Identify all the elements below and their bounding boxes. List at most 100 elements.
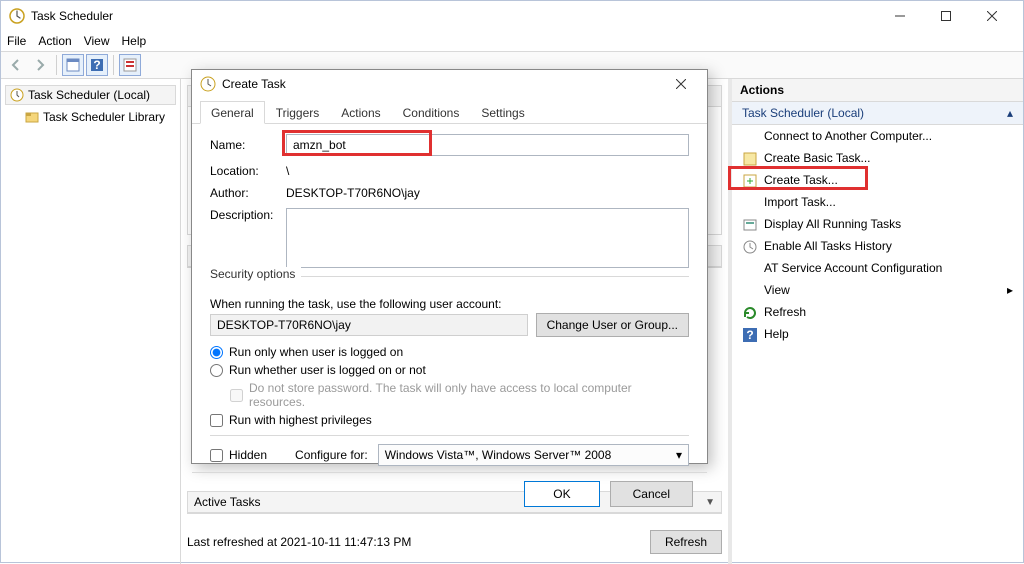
- tab-triggers[interactable]: Triggers: [265, 101, 331, 124]
- collapse-caret-icon[interactable]: ▴: [1007, 106, 1013, 120]
- check-label: Do not store password. The task will onl…: [249, 381, 689, 409]
- dialog-body: Name: Location: \ Author: DESKTOP-T70R6N…: [192, 124, 707, 472]
- minimize-button[interactable]: [877, 1, 923, 31]
- svg-text:?: ?: [746, 328, 753, 342]
- action-create-task[interactable]: Create Task...: [732, 169, 1023, 191]
- check-hidden[interactable]: Hidden: [210, 448, 267, 462]
- last-refreshed-label: Last refreshed at 2021-10-11 11:47:13 PM: [187, 535, 411, 549]
- clock-icon: [10, 88, 24, 102]
- refresh-icon: [742, 305, 758, 321]
- actions-header: Actions: [732, 79, 1023, 102]
- back-button[interactable]: [5, 54, 27, 76]
- action-label: Create Task...: [764, 173, 838, 187]
- radio-label: Run only when user is logged on: [229, 345, 403, 359]
- radio-label: Run whether user is logged on or not: [229, 363, 426, 377]
- window-controls: [877, 1, 1015, 31]
- forward-button[interactable]: [29, 54, 51, 76]
- tab-conditions[interactable]: Conditions: [392, 101, 471, 124]
- tab-actions[interactable]: Actions: [330, 101, 391, 124]
- action-label: Connect to Another Computer...: [764, 129, 932, 143]
- action-label: Refresh: [764, 305, 806, 319]
- running-tasks-icon: [742, 217, 758, 233]
- action-view[interactable]: View ▸: [732, 279, 1023, 301]
- action-label: Display All Running Tasks: [764, 217, 901, 231]
- action-connect[interactable]: Connect to Another Computer...: [732, 125, 1023, 147]
- security-text: When running the task, use the following…: [210, 297, 689, 311]
- location-value: \: [286, 164, 289, 178]
- check-label: Hidden: [229, 448, 267, 462]
- action-label: Import Task...: [764, 195, 836, 209]
- check-highest-priv[interactable]: Run with highest privileges: [210, 413, 689, 427]
- location-label: Location:: [210, 164, 280, 178]
- actions-pane: Actions Task Scheduler (Local) ▴ Connect…: [728, 79, 1023, 564]
- description-input[interactable]: [286, 208, 689, 268]
- action-at-config[interactable]: AT Service Account Configuration: [732, 257, 1023, 279]
- action-label: Enable All Tasks History: [764, 239, 892, 253]
- tab-general[interactable]: General: [200, 101, 265, 124]
- svg-text:?: ?: [93, 58, 100, 72]
- action-enable-history[interactable]: Enable All Tasks History: [732, 235, 1023, 257]
- menu-bar: File Action View Help: [1, 31, 1023, 51]
- action-refresh[interactable]: Refresh: [732, 301, 1023, 323]
- tree-library[interactable]: Task Scheduler Library: [5, 107, 176, 127]
- menu-view[interactable]: View: [84, 34, 110, 48]
- refresh-button[interactable]: Refresh: [650, 530, 722, 554]
- history-icon: [742, 239, 758, 255]
- action-display-all-running[interactable]: Display All Running Tasks: [732, 213, 1023, 235]
- task-icon: [200, 76, 216, 92]
- help-icon: ?: [742, 327, 758, 343]
- menu-help[interactable]: Help: [122, 34, 147, 48]
- actions-subheader: Task Scheduler (Local) ▴: [732, 102, 1023, 125]
- action-create-basic-task[interactable]: Create Basic Task...: [732, 147, 1023, 169]
- check-no-store-password: Do not store password. The task will onl…: [230, 381, 689, 409]
- tab-settings[interactable]: Settings: [470, 101, 535, 124]
- action-help[interactable]: ? Help: [732, 323, 1023, 345]
- dialog-titlebar: Create Task: [192, 70, 707, 98]
- toolbar-item[interactable]: [119, 54, 141, 76]
- submenu-arrow-icon: ▸: [1007, 283, 1013, 297]
- tree-pane: Task Scheduler (Local) Task Scheduler Li…: [1, 79, 181, 564]
- action-label: Help: [764, 327, 789, 341]
- task-new-icon: [742, 173, 758, 189]
- folder-library-icon: [25, 110, 39, 124]
- ok-button[interactable]: OK: [524, 481, 599, 507]
- action-label: View: [764, 283, 790, 297]
- radio-any[interactable]: Run whether user is logged on or not: [210, 363, 689, 377]
- security-group-label: Security options: [210, 267, 301, 281]
- wizard-icon: [742, 151, 758, 167]
- help-button[interactable]: ?: [86, 54, 108, 76]
- window-titlebar: Task Scheduler: [1, 1, 1023, 31]
- menu-action[interactable]: Action: [38, 34, 71, 48]
- dropdown-icon: ▾: [676, 448, 682, 462]
- dialog-title: Create Task: [222, 77, 657, 91]
- author-value: DESKTOP-T70R6NO\jay: [286, 186, 420, 200]
- name-input[interactable]: [286, 134, 689, 156]
- tree-root[interactable]: Task Scheduler (Local): [5, 85, 176, 105]
- window-title: Task Scheduler: [31, 9, 877, 23]
- dialog-footer: OK Cancel: [192, 472, 707, 514]
- close-button[interactable]: [969, 1, 1015, 31]
- menu-file[interactable]: File: [7, 34, 26, 48]
- change-user-button[interactable]: Change User or Group...: [536, 313, 689, 337]
- radio-logged-on[interactable]: Run only when user is logged on: [210, 345, 689, 359]
- select-value: Windows Vista™, Windows Server™ 2008: [385, 448, 612, 462]
- tree-library-label: Task Scheduler Library: [43, 110, 165, 124]
- dialog-close-button[interactable]: [663, 72, 699, 96]
- app-icon: [9, 8, 25, 24]
- actions-subheader-label: Task Scheduler (Local): [742, 106, 864, 120]
- properties-button[interactable]: [62, 54, 84, 76]
- name-label: Name:: [210, 138, 280, 152]
- center-footer: Last refreshed at 2021-10-11 11:47:13 PM…: [187, 526, 722, 558]
- maximize-button[interactable]: [923, 1, 969, 31]
- user-account-field: DESKTOP-T70R6NO\jay: [210, 314, 528, 336]
- configure-for-select[interactable]: Windows Vista™, Windows Server™ 2008 ▾: [378, 444, 689, 466]
- author-label: Author:: [210, 186, 280, 200]
- action-label: Create Basic Task...: [764, 151, 871, 165]
- create-task-dialog: Create Task General Triggers Actions Con…: [191, 69, 708, 464]
- tree-root-label: Task Scheduler (Local): [28, 88, 150, 102]
- action-import-task[interactable]: Import Task...: [732, 191, 1023, 213]
- action-label: AT Service Account Configuration: [764, 261, 942, 275]
- cancel-button[interactable]: Cancel: [610, 481, 693, 507]
- configure-for-label: Configure for:: [295, 448, 368, 462]
- dialog-tabs: General Triggers Actions Conditions Sett…: [192, 100, 707, 124]
